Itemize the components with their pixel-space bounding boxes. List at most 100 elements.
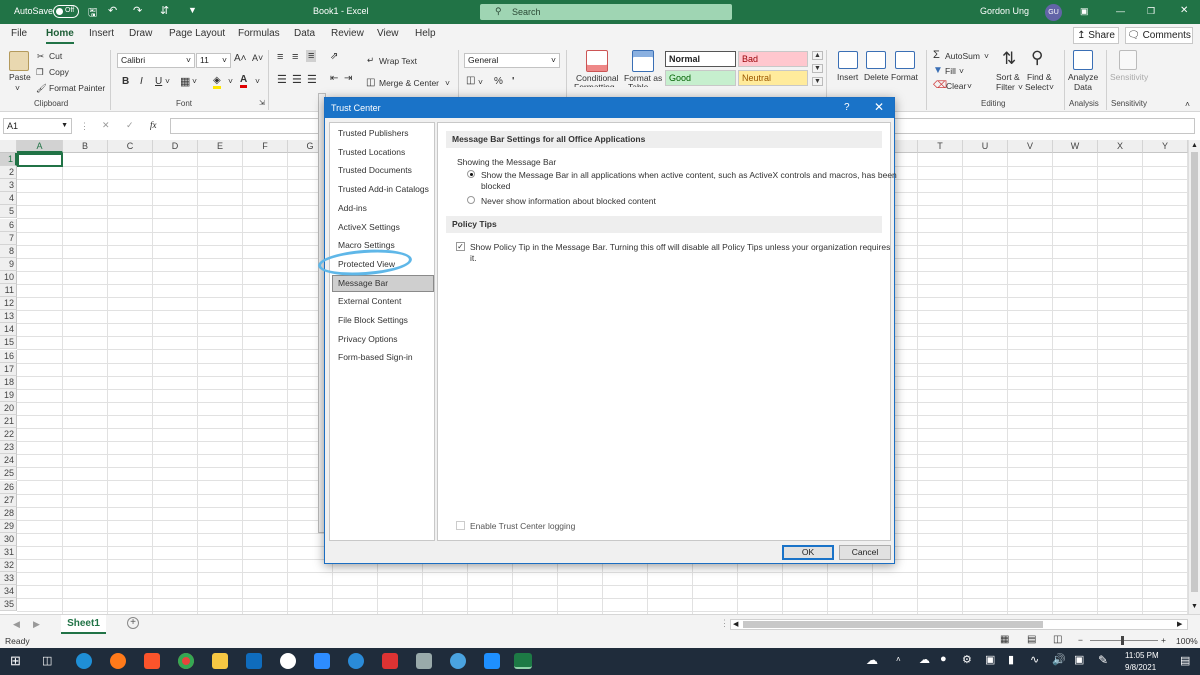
row-header[interactable]: 4 <box>0 192 17 206</box>
styles-scroll-down-icon[interactable]: ▼ <box>812 64 823 73</box>
policy-tip-label[interactable]: Show Policy Tip in the Message Bar. Turn… <box>470 242 890 252</box>
tab-file[interactable]: File <box>11 28 27 39</box>
weather-icon[interactable]: ☁ <box>866 653 878 667</box>
shrink-font-button[interactable]: A˅ <box>252 53 263 63</box>
sheet-tab-sheet1[interactable]: Sheet1 <box>61 615 106 634</box>
font-color-button[interactable]: A <box>240 74 248 88</box>
row-header[interactable]: 8 <box>0 244 17 258</box>
nav-item-privacy-options[interactable]: Privacy Options <box>332 331 434 348</box>
snip-icon[interactable] <box>416 653 432 669</box>
column-header[interactable]: F <box>243 140 288 153</box>
row-header[interactable]: 16 <box>0 349 17 363</box>
nav-item-add-ins[interactable]: Add-ins <box>332 200 434 217</box>
align-right-icon[interactable]: ☰ <box>307 73 317 86</box>
scroll-left-icon[interactable]: ◀ <box>733 620 738 628</box>
trust-center-logging-label[interactable]: Enable Trust Center logging <box>470 521 575 531</box>
accounting-icon[interactable]: ◫ <box>466 75 475 86</box>
radio-show-message-bar-label[interactable]: Show the Message Bar in all applications… <box>481 170 897 180</box>
nav-item-trusted-documents[interactable]: Trusted Documents <box>332 162 434 179</box>
search-box[interactable]: ⚲ Search <box>480 4 732 20</box>
borders-icon[interactable]: ▦ <box>180 75 190 88</box>
autosum-button[interactable]: AutoSum <box>945 51 980 61</box>
row-header[interactable]: 24 <box>0 454 17 468</box>
edge-icon[interactable] <box>76 653 92 669</box>
clock-time[interactable]: 11:05 PM <box>1125 651 1159 660</box>
ribbon-display-icon[interactable]: ▣ <box>1080 6 1089 17</box>
column-header[interactable]: B <box>63 140 108 153</box>
align-left-icon[interactable]: ☰ <box>277 73 287 86</box>
volume-icon[interactable]: 🔊 <box>1052 653 1066 666</box>
radio-show-message-bar[interactable] <box>467 170 475 178</box>
style-good[interactable]: Good <box>665 70 736 86</box>
zoom-icon[interactable] <box>314 653 330 669</box>
chevron-down-icon[interactable]: ˅ <box>984 51 989 61</box>
column-header[interactable]: Y <box>1143 140 1188 153</box>
column-header[interactable]: D <box>153 140 198 153</box>
analyze-data-button[interactable]: Analyze <box>1068 72 1098 82</box>
trust-center-logging-checkbox[interactable] <box>456 521 465 530</box>
row-header[interactable]: 20 <box>0 401 17 415</box>
cut-button[interactable]: Cut <box>49 51 62 61</box>
cancel-entry-icon[interactable]: ✕ <box>102 120 110 131</box>
scroll-thumb[interactable] <box>1191 152 1198 592</box>
insert-cells-icon[interactable] <box>838 51 858 69</box>
chevron-down-icon[interactable]: ˅ <box>15 83 20 93</box>
brave-icon[interactable] <box>144 653 160 669</box>
tray-circle-icon[interactable]: ● <box>940 653 947 665</box>
dialog-launcher-icon[interactable]: ⇲ <box>259 99 265 107</box>
radio-never-show[interactable] <box>467 196 475 204</box>
row-header[interactable]: 34 <box>0 585 17 599</box>
row-header[interactable]: 35 <box>0 598 17 612</box>
grow-font-button[interactable]: A˄ <box>234 53 247 64</box>
chevron-down-icon[interactable]: ˅ <box>255 76 260 86</box>
delete-cells-button[interactable]: Delete <box>864 72 889 82</box>
notification-icon[interactable]: ▤ <box>1180 654 1190 667</box>
wrap-text-button[interactable]: Wrap Text <box>379 56 417 66</box>
delete-cells-icon[interactable] <box>866 51 886 69</box>
row-header[interactable]: 18 <box>0 375 17 389</box>
row-header[interactable]: 31 <box>0 546 17 559</box>
font-size-select[interactable]: 11 ˅ <box>196 53 231 68</box>
column-header[interactable]: C <box>108 140 153 153</box>
tray-bluetooth-icon[interactable]: ▣ <box>985 653 995 666</box>
fill-color-icon[interactable]: ◈ <box>213 75 221 89</box>
tab-formulas[interactable]: Formulas <box>238 28 280 39</box>
help-button[interactable]: ? <box>844 102 850 113</box>
chevron-down-icon[interactable]: ˅ <box>228 76 233 86</box>
nav-item-activex-settings[interactable]: ActiveX Settings <box>332 219 434 236</box>
ok-button[interactable]: OK <box>782 545 834 560</box>
row-header[interactable]: 5 <box>0 205 17 219</box>
zoom-slider[interactable] <box>1090 640 1158 641</box>
prev-sheet-icon[interactable]: ◀ <box>13 619 20 630</box>
conditional-formatting-icon[interactable] <box>586 50 608 72</box>
outlook-icon[interactable] <box>246 653 262 669</box>
close-icon[interactable]: ✕ <box>1180 5 1188 16</box>
align-bottom-icon[interactable]: ≡ <box>306 50 317 62</box>
chrome-icon[interactable] <box>178 653 194 669</box>
name-box[interactable]: A1 ▼ <box>3 118 72 134</box>
file-explorer-icon[interactable] <box>212 653 228 669</box>
select-all-corner[interactable] <box>0 140 17 153</box>
row-header[interactable]: 15 <box>0 336 17 350</box>
photo-app-icon[interactable] <box>382 653 398 669</box>
save-icon[interactable]: 🖫 <box>88 4 97 23</box>
number-format-select[interactable]: General ˅ <box>464 53 560 68</box>
align-middle-icon[interactable]: ≡ <box>292 51 298 63</box>
cancel-button[interactable]: Cancel <box>839 545 891 560</box>
policy-tip-label-cont[interactable]: it. <box>470 253 477 263</box>
minimize-icon[interactable]: — <box>1116 6 1125 16</box>
clear-button[interactable]: Clear <box>946 81 966 91</box>
column-header[interactable]: A <box>17 140 63 153</box>
row-header[interactable]: 10 <box>0 270 17 284</box>
globe-icon[interactable] <box>450 653 466 669</box>
row-header[interactable]: 3 <box>0 179 17 193</box>
pen-icon[interactable]: ✎ <box>1098 653 1108 667</box>
hscroll-thumb[interactable] <box>743 621 1043 628</box>
row-header[interactable]: 23 <box>0 441 17 455</box>
row-header[interactable]: 9 <box>0 257 17 271</box>
nav-item-message-bar[interactable]: Message Bar <box>332 274 434 292</box>
row-header[interactable]: 27 <box>0 493 17 507</box>
policy-tip-checkbox[interactable]: ✓ <box>456 242 465 251</box>
collapse-ribbon-icon[interactable]: ˄ <box>1185 99 1190 109</box>
clock-date[interactable]: 9/8/2021 <box>1125 663 1156 672</box>
